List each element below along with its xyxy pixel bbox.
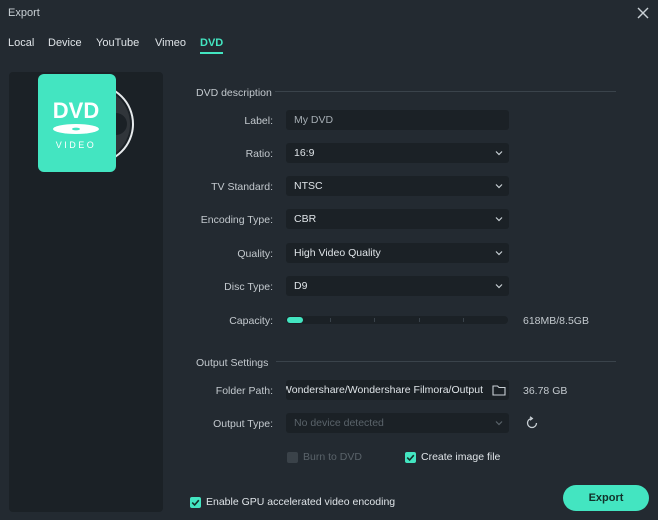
capacity-label: Capacity:: [229, 315, 273, 327]
disc-type-select[interactable]: D9: [286, 276, 509, 296]
ratio-select[interactable]: 16:9: [286, 143, 509, 163]
capacity-tick: [374, 318, 375, 322]
output-type-label: Output Type:: [213, 418, 273, 430]
tab-dvd[interactable]: DVD: [200, 37, 223, 49]
title-bar: Export: [0, 0, 658, 26]
capacity-tick: [419, 318, 420, 322]
quality-select[interactable]: High Video Quality: [286, 243, 509, 263]
encoding-type-select[interactable]: CBR: [286, 209, 509, 229]
chevron-down-icon: [495, 421, 503, 426]
capacity-fill: [287, 317, 303, 323]
checkbox-unchecked-icon: [287, 451, 298, 463]
checkmark-icon: [405, 451, 416, 463]
section-divider: [275, 91, 616, 92]
create-image-file-checkbox[interactable]: Create image file: [405, 451, 500, 463]
section-divider: [276, 361, 616, 362]
disc-type-label: Disc Type:: [224, 281, 273, 293]
checkmark-icon: [190, 496, 201, 508]
tab-device[interactable]: Device: [48, 37, 82, 49]
tab-bar: Local Device YouTube Vimeo DVD: [0, 32, 658, 56]
capacity-text: 618MB/8.5GB: [523, 315, 589, 327]
burn-to-dvd-label: Burn to DVD: [303, 451, 362, 463]
gpu-encoding-label: Enable GPU accelerated video encoding: [206, 496, 396, 508]
chevron-down-icon: [495, 184, 503, 189]
label-input[interactable]: My DVD: [286, 110, 509, 130]
tv-standard-label: TV Standard:: [211, 181, 273, 193]
chevron-down-icon: [495, 217, 503, 222]
dvd-logo-text: DVD: [53, 98, 99, 123]
encoding-type-label: Encoding Type:: [200, 214, 273, 226]
refresh-icon[interactable]: [525, 416, 539, 430]
label-field-label: Label:: [244, 115, 273, 127]
export-button[interactable]: Export: [563, 485, 649, 511]
dvd-logo-icon: DVD VIDEO: [38, 74, 134, 172]
folder-icon[interactable]: [489, 380, 509, 400]
capacity-tick: [463, 318, 464, 322]
output-settings-title: Output Settings: [196, 357, 269, 369]
dvd-logo-subtext: VIDEO: [56, 140, 97, 150]
chevron-down-icon: [495, 151, 503, 156]
burn-to-dvd-checkbox[interactable]: Burn to DVD: [287, 451, 362, 463]
tab-vimeo[interactable]: Vimeo: [155, 37, 186, 49]
folder-path-label: Folder Path:: [215, 385, 273, 397]
folder-path-input[interactable]: C:/Users/Wondershare/Wondershare Filmora…: [286, 380, 489, 400]
capacity-bar: [286, 316, 508, 324]
create-image-file-label: Create image file: [421, 451, 501, 463]
tv-standard-value: NTSC: [294, 180, 323, 192]
dvd-description-title: DVD description: [196, 87, 272, 99]
capacity-tick: [330, 318, 331, 322]
export-dialog: Export Local Device YouTube Vimeo DVD DV…: [0, 0, 658, 520]
tab-local[interactable]: Local: [8, 37, 34, 49]
active-tab-indicator: [200, 52, 223, 54]
window-title: Export: [8, 7, 40, 19]
free-space-text: 36.78 GB: [523, 385, 568, 397]
quality-label: Quality:: [237, 248, 273, 260]
folder-path-value: C:/Users/Wondershare/Wondershare Filmora…: [286, 384, 483, 396]
encoding-type-value: CBR: [294, 213, 317, 225]
quality-value: High Video Quality: [294, 247, 381, 259]
close-icon[interactable]: [634, 4, 652, 22]
output-type-select[interactable]: No device detected: [286, 413, 509, 433]
chevron-down-icon: [495, 284, 503, 289]
ratio-value: 16:9: [294, 147, 315, 159]
tab-youtube[interactable]: YouTube: [96, 37, 139, 49]
ratio-label: Ratio:: [245, 148, 273, 160]
disc-type-value: D9: [294, 280, 308, 292]
chevron-down-icon: [495, 251, 503, 256]
tv-standard-select[interactable]: NTSC: [286, 176, 509, 196]
output-type-placeholder: No device detected: [294, 417, 384, 429]
gpu-encoding-checkbox[interactable]: Enable GPU accelerated video encoding: [190, 496, 395, 508]
